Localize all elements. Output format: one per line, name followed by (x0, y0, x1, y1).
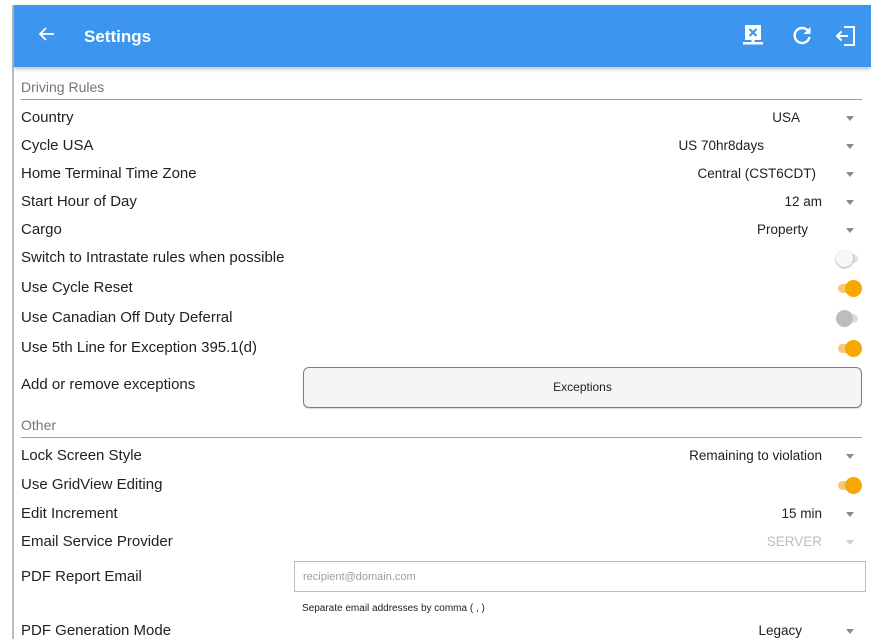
dropdown-caret-icon[interactable] (846, 629, 854, 634)
intrastate-label: Switch to Intrastate rules when possible (21, 249, 285, 266)
section-header-driving-rules: Driving Rules (21, 77, 862, 100)
cycle-reset-label: Use Cycle Reset (21, 279, 133, 296)
close-document-icon[interactable] (741, 23, 765, 49)
country-value[interactable]: USA (772, 107, 800, 129)
country-row[interactable]: Country USA (21, 107, 862, 129)
email-provider-row: Email Service Provider SERVER (21, 531, 862, 553)
timezone-label: Home Terminal Time Zone (21, 165, 197, 182)
cargo-row[interactable]: Cargo Property (21, 219, 862, 241)
start-hour-row[interactable]: Start Hour of Day 12 am (21, 191, 862, 213)
cycle-label: Cycle USA (21, 137, 94, 154)
refresh-icon[interactable] (790, 23, 814, 49)
logout-icon[interactable] (834, 23, 858, 49)
fifth-line-row: Use 5th Line for Exception 395.1(d) (21, 337, 862, 359)
exceptions-label: Add or remove exceptions (21, 376, 196, 393)
section-header-other: Other (21, 415, 862, 438)
cycle-reset-switch[interactable] (836, 279, 862, 297)
dropdown-caret-icon[interactable] (846, 228, 854, 233)
exceptions-button[interactable]: Exceptions (303, 367, 862, 408)
dropdown-caret-icon[interactable] (846, 116, 854, 121)
lock-screen-label: Lock Screen Style (21, 447, 142, 464)
app-bar: Settings (14, 5, 871, 67)
window-edge (12, 5, 14, 639)
dropdown-caret-icon[interactable] (846, 512, 854, 517)
country-label: Country (21, 109, 74, 126)
dropdown-caret-icon[interactable] (846, 454, 854, 459)
lock-screen-row[interactable]: Lock Screen Style Remaining to violation (21, 445, 862, 467)
dropdown-caret-icon[interactable] (846, 200, 854, 205)
email-provider-label: Email Service Provider (21, 533, 173, 550)
cargo-value[interactable]: Property (757, 219, 808, 241)
intrastate-row: Switch to Intrastate rules when possible (21, 247, 862, 269)
dropdown-caret-icon[interactable] (846, 172, 854, 177)
edit-increment-row[interactable]: Edit Increment 15 min (21, 503, 862, 525)
page-title: Settings (84, 27, 152, 46)
canadian-deferral-row: Use Canadian Off Duty Deferral (21, 307, 862, 329)
canadian-deferral-label: Use Canadian Off Duty Deferral (21, 309, 233, 326)
start-hour-label: Start Hour of Day (21, 193, 137, 210)
canadian-deferral-switch[interactable] (836, 309, 862, 327)
fifth-line-switch[interactable] (836, 339, 862, 357)
pdf-email-helper: Separate email addresses by comma ( , ) (302, 603, 485, 614)
cycle-reset-row: Use Cycle Reset (21, 277, 862, 299)
timezone-row[interactable]: Home Terminal Time Zone Central (CST6CDT… (21, 163, 862, 185)
pdf-email-label: PDF Report Email (21, 568, 142, 585)
start-hour-value[interactable]: 12 am (784, 191, 822, 213)
edit-increment-label: Edit Increment (21, 505, 118, 522)
cycle-value[interactable]: US 70hr8days (678, 135, 764, 157)
lock-screen-value[interactable]: Remaining to violation (689, 445, 822, 467)
dropdown-caret-icon (846, 540, 854, 545)
back-arrow-icon[interactable] (36, 22, 58, 46)
gridview-label: Use GridView Editing (21, 476, 163, 493)
fifth-line-label: Use 5th Line for Exception 395.1(d) (21, 339, 257, 356)
email-provider-value: SERVER (766, 534, 822, 549)
gridview-row: Use GridView Editing (21, 474, 862, 496)
dropdown-caret-icon[interactable] (846, 144, 854, 149)
cycle-row[interactable]: Cycle USA US 70hr8days (21, 135, 862, 157)
gridview-switch[interactable] (836, 476, 862, 494)
timezone-value[interactable]: Central (CST6CDT) (697, 163, 816, 185)
intrastate-switch[interactable] (836, 249, 862, 267)
settings-screen: Settings Driving Rules Country USA Cycle… (0, 0, 871, 639)
cargo-label: Cargo (21, 221, 62, 238)
pdf-email-input[interactable] (294, 561, 866, 592)
edit-increment-value[interactable]: 15 min (781, 503, 822, 525)
